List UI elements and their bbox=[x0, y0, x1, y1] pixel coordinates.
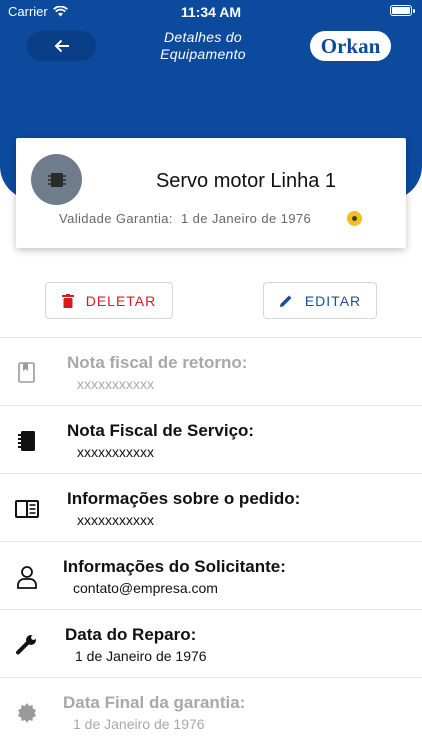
edit-button[interactable]: EDITAR bbox=[263, 282, 377, 319]
list-item-value: xxxxxxxxxxx bbox=[77, 444, 154, 460]
certificate-icon bbox=[14, 700, 40, 726]
brand-logo: Orkan bbox=[310, 31, 391, 61]
back-button[interactable] bbox=[27, 31, 96, 61]
person-icon bbox=[14, 564, 40, 590]
list-item-label: Data do Reparo: bbox=[65, 625, 197, 644]
list-item-label: Nota Fiscal de Serviço: bbox=[67, 421, 255, 440]
delete-label: DELETAR bbox=[85, 292, 157, 309]
list-item-data-final-garantia[interactable]: Data Final da garantia: 1 de Janeiro de … bbox=[0, 677, 422, 745]
bookmark-book-icon bbox=[14, 360, 40, 386]
list-item-value: xxxxxxxxxxx bbox=[77, 512, 154, 528]
delete-button[interactable]: DELETAR bbox=[45, 282, 173, 319]
device-card: Servo motor Linha 1 Validade Garantia: 1… bbox=[16, 138, 406, 248]
details-list: Nota fiscal de retorno: xxxxxxxxxxx Nota… bbox=[0, 337, 422, 745]
warranty-label: Validade Garantia: bbox=[59, 211, 173, 226]
warranty-date: 1 de Janeiro de 1976 bbox=[180, 211, 312, 226]
list-item-label: Informações sobre o pedido: bbox=[67, 489, 301, 508]
status-time: 11:34 AM bbox=[180, 4, 242, 20]
list-item-nota-fiscal-servico[interactable]: Nota Fiscal de Serviço: xxxxxxxxxxx bbox=[0, 405, 422, 473]
edit-label: EDITAR bbox=[304, 292, 362, 309]
logo-text: Orkan bbox=[320, 33, 381, 58]
arrow-left-icon bbox=[54, 39, 69, 53]
warranty-status-indicator bbox=[347, 211, 362, 226]
list-item-nota-fiscal-retorno[interactable]: Nota fiscal de retorno: xxxxxxxxxxx bbox=[0, 337, 422, 405]
battery-icon bbox=[390, 5, 415, 16]
wrench-icon bbox=[14, 632, 40, 658]
trash-icon bbox=[61, 293, 74, 308]
warranty-info: Validade Garantia: 1 de Janeiro de 1976 bbox=[59, 211, 311, 226]
device-name: Servo motor Linha 1 bbox=[155, 170, 337, 192]
list-item-value: 1 de Janeiro de 1976 bbox=[73, 716, 205, 732]
list-item-value: xxxxxxxxxxx bbox=[77, 376, 154, 392]
page-title: Detalhes do Equipamento bbox=[160, 29, 246, 62]
list-item-label: Nota fiscal de retorno: bbox=[67, 353, 248, 372]
pencil-icon bbox=[279, 295, 292, 307]
open-book-icon bbox=[14, 496, 40, 522]
device-avatar bbox=[31, 154, 82, 205]
list-item-informacoes-pedido[interactable]: Informações sobre o pedido: xxxxxxxxxxx bbox=[0, 473, 422, 541]
list-item-value: 1 de Janeiro de 1976 bbox=[75, 648, 207, 664]
list-item-data-reparo[interactable]: Data do Reparo: 1 de Janeiro de 1976 bbox=[0, 609, 422, 677]
status-bar: Carrier 11:34 AM bbox=[0, 0, 422, 24]
list-item-label: Informações do Solicitante: bbox=[63, 557, 286, 576]
list-item-informacoes-solicitante[interactable]: Informações do Solicitante: contato@empr… bbox=[0, 541, 422, 609]
notebook-icon bbox=[14, 428, 40, 454]
list-item-label: Data Final da garantia: bbox=[63, 693, 246, 712]
chip-icon bbox=[47, 172, 66, 187]
list-item-value: contato@empresa.com bbox=[73, 580, 218, 596]
